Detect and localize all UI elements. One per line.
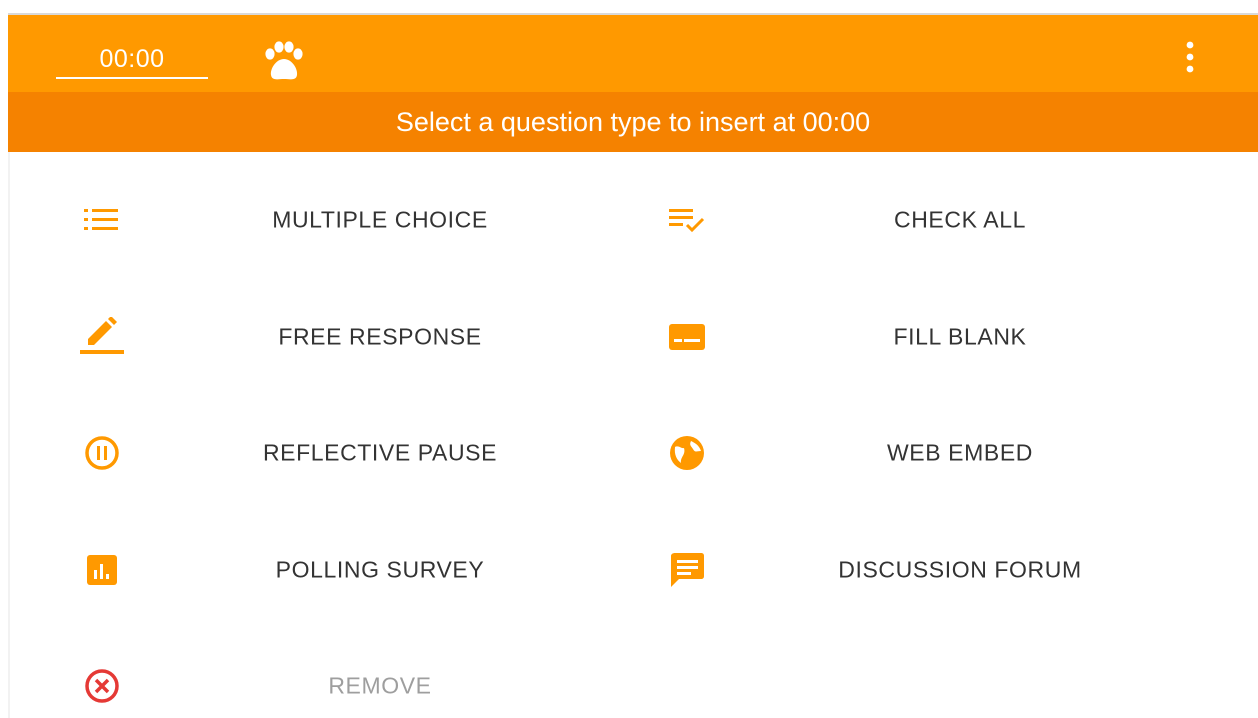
more-vert-icon[interactable] <box>1178 39 1202 75</box>
globe-icon <box>665 431 709 475</box>
toolbar: 00:00 <box>8 15 1258 92</box>
question-type-fill-blank[interactable]: FILL BLANK <box>665 299 1145 375</box>
list-icon <box>80 198 124 242</box>
question-type-check-all[interactable]: CHECK ALL <box>665 182 1145 258</box>
subtitles-icon <box>665 315 709 359</box>
paw-icon <box>265 41 303 80</box>
chat-icon <box>665 548 709 592</box>
bar-chart-icon <box>80 548 124 592</box>
pencil-icon <box>80 315 124 359</box>
question-type-label: WEB EMBED <box>887 439 1033 466</box>
remove-circle-icon <box>80 664 124 708</box>
question-type-label: REFLECTIVE PAUSE <box>262 439 498 466</box>
remove-question-button[interactable]: REMOVE <box>80 648 570 718</box>
remove-label: REMOVE <box>328 672 432 699</box>
question-type-label: DISCUSSION FORUM <box>838 556 1082 583</box>
question-type-web-embed[interactable]: WEB EMBED <box>665 415 1145 491</box>
question-type-reflective-pause[interactable]: REFLECTIVE PAUSE <box>80 415 570 491</box>
question-type-label: POLLING SURVEY <box>275 556 485 583</box>
top-strip <box>0 0 1258 14</box>
playlist-check-icon <box>665 198 709 242</box>
question-type-multiple-choice[interactable]: MULTIPLE CHOICE <box>80 182 570 258</box>
question-type-discussion-forum[interactable]: DISCUSSION FORUM <box>665 532 1145 608</box>
panel-edge <box>8 152 10 718</box>
question-type-free-response[interactable]: FREE RESPONSE <box>80 299 570 375</box>
question-type-label: MULTIPLE CHOICE <box>272 206 488 233</box>
insert-prompt-banner: Select a question type to insert at 00:0… <box>8 92 1258 152</box>
question-type-label: FREE RESPONSE <box>278 323 482 350</box>
question-type-label: CHECK ALL <box>894 206 1026 233</box>
question-type-label: FILL BLANK <box>893 323 1027 350</box>
question-type-polling-survey[interactable]: POLLING SURVEY <box>80 532 570 608</box>
question-insert-panel: 00:00 Select a question type to insert a… <box>0 0 1258 718</box>
time-input[interactable]: 00:00 <box>56 41 208 79</box>
pause-circle-icon <box>80 431 124 475</box>
